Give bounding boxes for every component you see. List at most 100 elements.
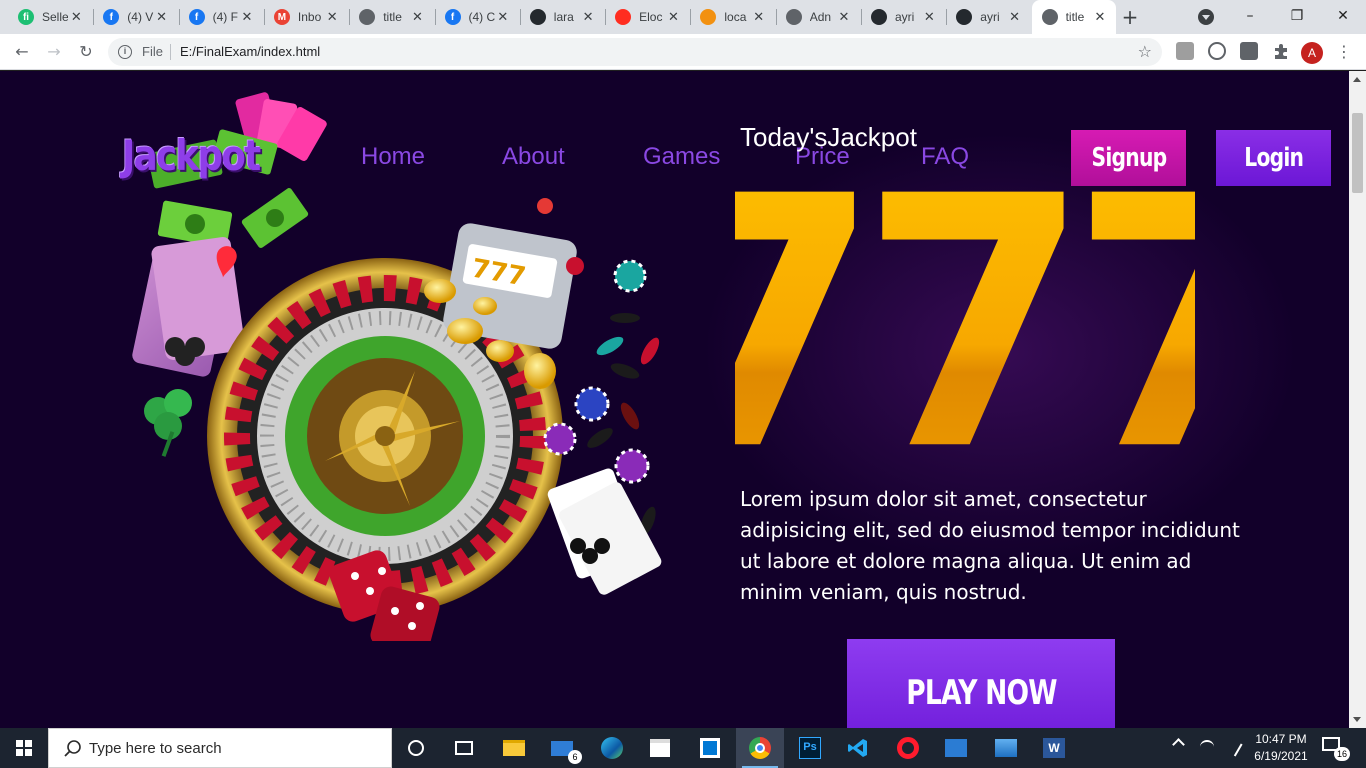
browser-tab[interactable]: ayri ✕: [946, 0, 1030, 34]
tab-title: title: [1065, 10, 1085, 24]
browser-menu-icon[interactable]: ⋮: [1336, 40, 1352, 64]
pen-icon[interactable]: [1223, 737, 1243, 757]
remote-desktop-icon[interactable]: [686, 728, 734, 768]
photos-icon[interactable]: [982, 728, 1030, 768]
photoshop-icon[interactable]: Ps: [786, 728, 834, 768]
browser-tab[interactable]: title ✕: [1031, 0, 1116, 34]
tab-title: (4) V: [127, 10, 154, 24]
extension-icon[interactable]: [1208, 42, 1226, 60]
browser-tab[interactable]: loca ✕: [690, 0, 774, 34]
taskbar-search-box[interactable]: Type here to search: [48, 728, 392, 768]
show-hidden-icons-icon[interactable]: [1172, 738, 1185, 751]
close-window-button[interactable]: ✕: [1331, 5, 1355, 27]
task-view-icon[interactable]: [440, 728, 488, 768]
notification-center-icon[interactable]: 16: [1322, 737, 1352, 761]
browser-tab-strip: fi Selle ✕ f (4) V ✕ f (4) F ✕ M Inbo ✕ title ✕ f (4) C…: [0, 0, 1366, 34]
tab-close-icon[interactable]: ✕: [1007, 10, 1023, 25]
mail-icon[interactable]: 6: [538, 728, 586, 768]
browser-tab[interactable]: Adn ✕: [775, 0, 860, 34]
info-icon[interactable]: i: [118, 45, 132, 59]
tab-close-icon[interactable]: ✕: [751, 10, 767, 25]
facebook-icon: f: [188, 9, 205, 25]
taskbar-clock[interactable]: 10:47 PM 6/19/2021: [1246, 731, 1316, 765]
tab-title: (4) F: [212, 10, 238, 24]
pdf-extension-icon[interactable]: [1176, 42, 1194, 60]
vscode-icon[interactable]: [834, 728, 882, 768]
globe-icon: [359, 9, 376, 25]
back-icon[interactable]: ←: [10, 40, 34, 64]
tab-search-icon[interactable]: [1198, 9, 1214, 25]
tab-title: (4) C: [468, 10, 495, 24]
minimize-button[interactable]: –: [1238, 5, 1262, 27]
store-icon[interactable]: [636, 728, 684, 768]
tab-close-icon[interactable]: ✕: [836, 10, 852, 25]
playing-cards-right-icon: [547, 468, 662, 595]
clover-icon: [144, 389, 192, 457]
nav-home[interactable]: Home: [361, 143, 425, 171]
tab-title: Eloc: [639, 10, 663, 24]
nav-games[interactable]: Games: [643, 143, 720, 171]
play-now-button[interactable]: PLAY NOW: [847, 639, 1115, 728]
browser-tab[interactable]: fi Selle ✕: [8, 0, 92, 34]
new-tab-button[interactable]: +: [1118, 5, 1142, 29]
bookmark-star-icon[interactable]: ☆: [1138, 42, 1152, 61]
tab-title: ayri: [980, 10, 1000, 24]
cortana-icon[interactable]: [392, 728, 440, 768]
tab-title: Adn: [809, 10, 832, 24]
browser-tab[interactable]: title ✕: [349, 0, 433, 34]
tab-close-icon[interactable]: ✕: [324, 10, 340, 25]
facebook-icon: f: [103, 9, 120, 25]
puzzle-extensions-icon[interactable]: [1272, 42, 1290, 60]
scrollbar-thumb[interactable]: [1352, 113, 1363, 193]
browser-tab[interactable]: ayri ✕: [861, 0, 945, 34]
tab-close-icon[interactable]: ✕: [580, 10, 596, 25]
browser-tab[interactable]: f (4) F ✕: [178, 0, 263, 34]
scroll-down-arrow-icon[interactable]: [1353, 717, 1361, 722]
tab-close-icon[interactable]: ✕: [409, 10, 425, 25]
tab-close-icon[interactable]: ✕: [1092, 10, 1108, 25]
tab-close-icon[interactable]: ✕: [495, 10, 511, 25]
facebook-icon: f: [444, 9, 461, 25]
jackpot-number: 777: [735, 166, 1195, 451]
opera-icon[interactable]: [884, 728, 932, 768]
login-label: Login: [1244, 143, 1304, 173]
tab-close-icon[interactable]: ✕: [154, 10, 170, 25]
browser-tab[interactable]: Eloc ✕: [605, 0, 689, 34]
address-bar[interactable]: i File E:/FinalExam/index.html ☆: [108, 38, 1162, 66]
fiverr-icon: fi: [18, 9, 34, 25]
signup-button[interactable]: Signup: [1071, 130, 1186, 186]
reload-icon[interactable]: ↻: [74, 40, 98, 64]
browser-tab[interactable]: f (4) V ✕: [93, 0, 177, 34]
tab-close-icon[interactable]: ✕: [665, 10, 681, 25]
camera-extension-icon[interactable]: [1240, 42, 1258, 60]
tab-title: ayri: [895, 10, 915, 24]
notification-count: 16: [1334, 747, 1350, 761]
tab-close-icon[interactable]: ✕: [239, 10, 255, 25]
tab-close-icon[interactable]: ✕: [921, 10, 937, 25]
restore-button[interactable]: ❐: [1285, 5, 1309, 27]
wifi-icon[interactable]: [1200, 740, 1214, 754]
gmail-icon: M: [273, 9, 290, 25]
start-button[interactable]: [0, 728, 48, 768]
tab-title: title: [383, 10, 402, 24]
browser-tab[interactable]: f (4) C ✕: [434, 0, 519, 34]
tab-title: Inbo: [297, 10, 322, 24]
jackpot-777-graphic: 777: [735, 166, 1195, 451]
browser-tab[interactable]: lara ✕: [519, 0, 604, 34]
browser-tab[interactable]: M Inbo ✕: [263, 0, 348, 34]
chrome-taskbar-icon[interactable]: [736, 728, 784, 768]
login-button[interactable]: Login: [1216, 130, 1331, 186]
profile-avatar[interactable]: A: [1301, 42, 1323, 64]
scroll-up-arrow-icon[interactable]: [1353, 77, 1361, 82]
nav-about[interactable]: About: [502, 143, 565, 171]
page-scrollbar[interactable]: [1349, 71, 1366, 728]
windows-taskbar: Type here to search 6 Ps W 10:47 PM 6/19…: [0, 728, 1366, 768]
url-text[interactable]: E:/FinalExam/index.html: [180, 44, 320, 59]
forward-icon[interactable]: →: [42, 40, 66, 64]
tab-close-icon[interactable]: ✕: [68, 10, 84, 25]
word-icon[interactable]: W: [1030, 728, 1078, 768]
search-placeholder: Type here to search: [89, 740, 222, 757]
media-player-icon[interactable]: [932, 728, 980, 768]
file-explorer-icon[interactable]: [490, 728, 538, 768]
edge-icon[interactable]: [588, 728, 636, 768]
